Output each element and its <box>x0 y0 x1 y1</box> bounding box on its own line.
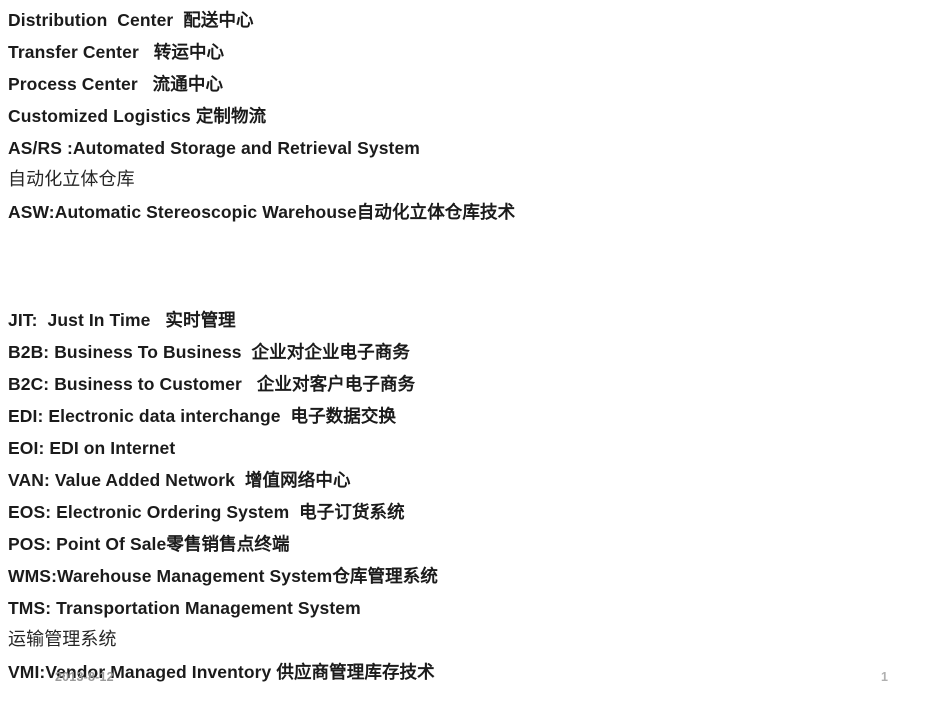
text-line: ASW:Automatic Stereoscopic Warehouse自动化立… <box>8 202 516 222</box>
text-line: B2C: Business to Customer 企业对客户电子商务 <box>8 374 416 394</box>
slide-footer: 2013-8-12 1 <box>0 665 950 713</box>
text-line: POS: Point Of Sale零售销售点终端 <box>8 534 290 554</box>
text-block-facility-terms: Distribution Center 配送中心 Transfer Center … <box>8 4 938 228</box>
text-line: AS/RS :Automated Storage and Retrieval S… <box>8 138 420 158</box>
text-line: TMS: Transportation Management System <box>8 598 361 618</box>
text-line: EOS: Electronic Ordering System 电子订货系统 <box>8 502 405 522</box>
text-line: B2B: Business To Business 企业对企业电子商务 <box>8 342 410 362</box>
text-line: EDI: Electronic data interchange 电子数据交换 <box>8 406 397 426</box>
text-line: VAN: Value Added Network 增值网络中心 <box>8 470 351 490</box>
text-line: WMS:Warehouse Management System仓库管理系统 <box>8 566 438 586</box>
footer-page-number: 1 <box>881 670 888 684</box>
text-line: Transfer Center 转运中心 <box>8 42 225 62</box>
text-line: 运输管理系统 <box>8 629 117 650</box>
text-block-systems-terms: JIT: Just In Time 实时管理 B2B: Business To B… <box>8 304 938 688</box>
text-line: Process Center 流通中心 <box>8 74 224 94</box>
text-line: 自动化立体仓库 <box>8 169 135 190</box>
text-line: EOI: EDI on Internet <box>8 438 176 458</box>
text-line: Customized Logistics 定制物流 <box>8 106 267 126</box>
text-line: Distribution Center 配送中心 <box>8 10 254 30</box>
slide-content: Distribution Center 配送中心 Transfer Center … <box>8 4 938 688</box>
footer-date: 2013-8-12 <box>55 670 114 684</box>
text-block-container: Distribution Center 配送中心 Transfer Center … <box>8 4 938 688</box>
text-line: JIT: Just In Time 实时管理 <box>8 310 236 330</box>
slide-canvas: Distribution Center 配送中心 Transfer Center … <box>0 0 950 713</box>
